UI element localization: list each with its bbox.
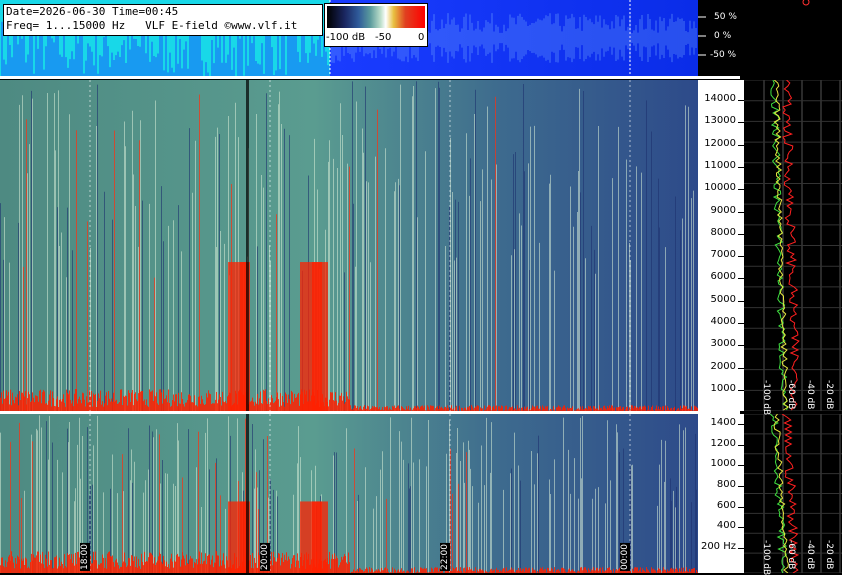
axis-bottom-tick-label: 200 Hz xyxy=(700,541,736,552)
axis-top-tick-label: 9000 xyxy=(710,204,736,216)
scale-label-mid: -50 xyxy=(375,32,392,43)
lower-db-label-20: -20 dB xyxy=(824,540,834,570)
axis-top-tick-label: 12000 xyxy=(704,137,736,149)
info-box: Date=2026-06-30 Time=00:45 Freq= 1...1500… xyxy=(3,4,323,36)
lower-frequency-axis: 1400 1200 1000 800 600 400 200 Hz xyxy=(698,414,744,573)
upper-db-label-60: -60 dB xyxy=(786,380,796,410)
axis-bottom-tick-label: 1000 xyxy=(710,458,736,470)
lower-spectrogram xyxy=(0,414,698,573)
axis-top-tick-label: 1000 xyxy=(710,383,736,394)
axis-bottom-tick-label: 600 xyxy=(716,499,736,511)
axis-bottom-tick-label: 1200 xyxy=(710,437,736,449)
scale-label-min: -100 dB xyxy=(326,32,366,43)
intensity-color-scale: -100 dB -50 0 xyxy=(324,3,428,47)
axis-top-tick-label: 4000 xyxy=(710,316,736,328)
time-label-1800: 18:00 xyxy=(80,543,90,571)
percent-label-minus-50: -50 % xyxy=(710,50,737,60)
color-gradient-bar xyxy=(327,6,425,28)
frequency-line: Freq= 1...15000 Hz VLF E-field ©www.vlf.… xyxy=(6,19,298,32)
axis-top-tick-label: 8000 xyxy=(710,226,736,238)
upper-spectrum-plot xyxy=(744,80,842,411)
lower-db-label-60: -60 dB xyxy=(786,540,796,570)
date-time-line: Date=2026-06-30 Time=00:45 xyxy=(6,5,179,18)
lower-db-label-40: -40 dB xyxy=(805,540,815,570)
axis-bottom-tick-label: 400 xyxy=(716,520,736,532)
axis-top-tick-label: 6000 xyxy=(710,271,736,283)
axis-top-tick-label: 13000 xyxy=(704,115,736,127)
axis-top-tick-label: 2000 xyxy=(710,360,736,372)
upper-spectrogram xyxy=(0,80,698,411)
axis-top-tick-label: 10000 xyxy=(704,182,736,194)
upper-db-label-20: -20 dB xyxy=(824,380,834,410)
axis-bottom-tick-label: 800 xyxy=(716,479,736,490)
time-label-0000: 00:00 xyxy=(620,543,630,571)
axis-top-tick-label: 7000 xyxy=(710,249,736,261)
upper-frequency-axis: 14000 13000 12000 11000 10000 9000 8000 7000 600… xyxy=(698,80,744,411)
time-label-2200: 22:00 xyxy=(440,543,450,571)
axis-top-tick-label: 5000 xyxy=(710,293,736,305)
axis-bottom-tick-label: 1400 xyxy=(710,417,736,428)
top-divider xyxy=(0,76,740,79)
scale-label-max: 0 xyxy=(418,32,425,43)
axis-top-tick-label: 3000 xyxy=(710,338,736,350)
percent-label-0: 0 % xyxy=(714,31,732,41)
percent-label-50: 50 % xyxy=(714,12,737,22)
waveform-percent-axis: 50 % 0 % -50 % xyxy=(698,0,842,77)
time-label-2000: 20:00 xyxy=(260,543,270,571)
upper-db-label-40: -40 dB xyxy=(805,380,815,410)
axis-top-tick-label: 11000 xyxy=(704,159,736,171)
axis-top-tick-label: 14000 xyxy=(704,93,736,104)
lower-db-label-100: -100 dB xyxy=(761,540,771,575)
upper-db-label-100: -100 dB xyxy=(761,380,771,416)
